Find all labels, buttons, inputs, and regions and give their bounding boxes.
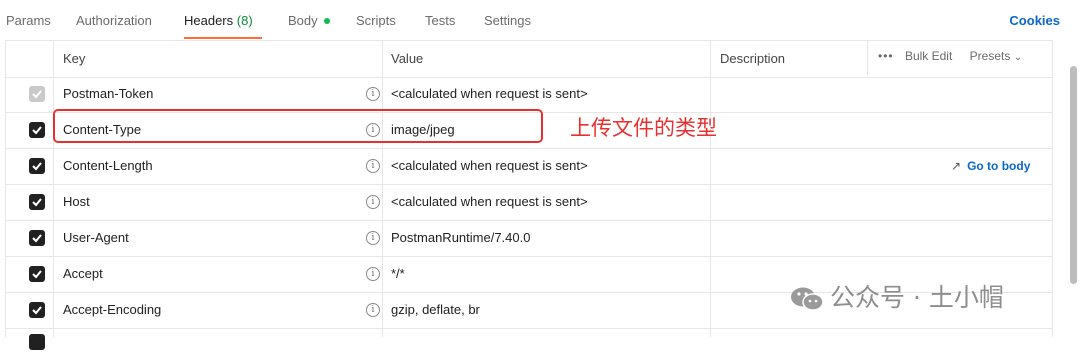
header-key[interactable]: User-Agent — [63, 220, 129, 256]
body-modified-dot-icon — [323, 17, 330, 24]
request-tabs: Params Authorization Headers (8) Body Sc… — [0, 0, 1080, 42]
table-row: Postman-Token i <calculated when request… — [5, 76, 1052, 113]
table-row: User-Agent i PostmanRuntime/7.40.0 — [5, 220, 1052, 257]
tab-authorization[interactable]: Authorization — [76, 13, 152, 28]
tab-scripts[interactable]: Scripts — [356, 13, 396, 28]
column-header-key: Key — [63, 51, 86, 66]
table-row — [5, 328, 1052, 364]
header-value[interactable]: <calculated when request is sent> — [391, 148, 588, 184]
tab-body[interactable]: Body — [288, 13, 330, 28]
tab-params[interactable]: Params — [6, 13, 51, 28]
chevron-down-icon: ⌄ — [1013, 52, 1023, 63]
presets-label: Presets — [969, 49, 1011, 63]
header-key[interactable]: Host — [63, 184, 90, 220]
header-value[interactable]: PostmanRuntime/7.40.0 — [391, 220, 530, 256]
header-key[interactable]: Content-Length — [63, 148, 153, 184]
presets-dropdown[interactable]: Presets ⌄ — [970, 49, 1022, 63]
highlight-box — [53, 109, 543, 143]
go-to-body-link[interactable]: ↗ Go to body — [951, 148, 1030, 184]
row-checkbox[interactable] — [29, 230, 45, 246]
watermark: 公众号 · 土小帽 — [790, 278, 1004, 314]
row-checkbox[interactable] — [29, 122, 45, 138]
header-key[interactable]: Accept-Encoding — [63, 292, 161, 328]
go-to-body-label: Go to body — [967, 159, 1031, 173]
header-value[interactable]: <calculated when request is sent> — [391, 184, 588, 220]
column-header-value: Value — [391, 51, 424, 66]
tab-body-label: Body — [288, 13, 318, 28]
row-checkbox[interactable] — [29, 158, 45, 174]
more-options-icon[interactable]: ••• — [878, 49, 894, 63]
table-actions: ••• Bulk Edit Presets ⌄ — [878, 49, 1022, 63]
tab-settings[interactable]: Settings — [484, 13, 531, 28]
vertical-scrollbar[interactable] — [1070, 66, 1077, 284]
row-checkbox[interactable] — [29, 86, 45, 102]
cookies-link[interactable]: Cookies — [1009, 13, 1060, 28]
header-value[interactable]: gzip, deflate, br — [391, 292, 480, 328]
header-key[interactable]: Accept — [63, 256, 103, 292]
tab-headers-label: Headers — [184, 13, 234, 28]
header-value[interactable]: <calculated when request is sent> — [391, 76, 588, 112]
annotation-text: 上传文件的类型 — [570, 116, 717, 140]
table-row: Host i <calculated when request is sent> — [5, 184, 1052, 221]
header-key[interactable]: Postman-Token — [63, 76, 153, 112]
active-tab-indicator — [184, 37, 262, 39]
info-icon[interactable]: i — [366, 195, 380, 209]
row-checkbox[interactable] — [29, 334, 45, 350]
bulk-edit-button[interactable]: Bulk Edit — [905, 49, 952, 63]
column-header-description: Description — [720, 51, 786, 66]
info-icon[interactable]: i — [366, 159, 380, 173]
row-checkbox[interactable] — [29, 194, 45, 210]
arrow-up-right-icon: ↗ — [951, 159, 962, 173]
info-icon[interactable]: i — [366, 87, 380, 101]
row-checkbox[interactable] — [29, 302, 45, 318]
wechat-icon — [791, 287, 824, 311]
info-icon[interactable]: i — [366, 303, 380, 317]
watermark-text: 公众号 · 土小帽 — [830, 283, 1004, 312]
tab-headers-count: (8) — [236, 13, 253, 28]
row-checkbox[interactable] — [29, 266, 45, 282]
info-icon[interactable]: i — [366, 231, 380, 245]
header-value[interactable]: */* — [391, 256, 405, 292]
tab-tests[interactable]: Tests — [425, 13, 455, 28]
table-row: Content-Length i <calculated when reques… — [5, 148, 1052, 185]
grid-line — [1052, 40, 1053, 337]
info-icon[interactable]: i — [366, 267, 380, 281]
tab-headers[interactable]: Headers (8) — [184, 13, 253, 28]
